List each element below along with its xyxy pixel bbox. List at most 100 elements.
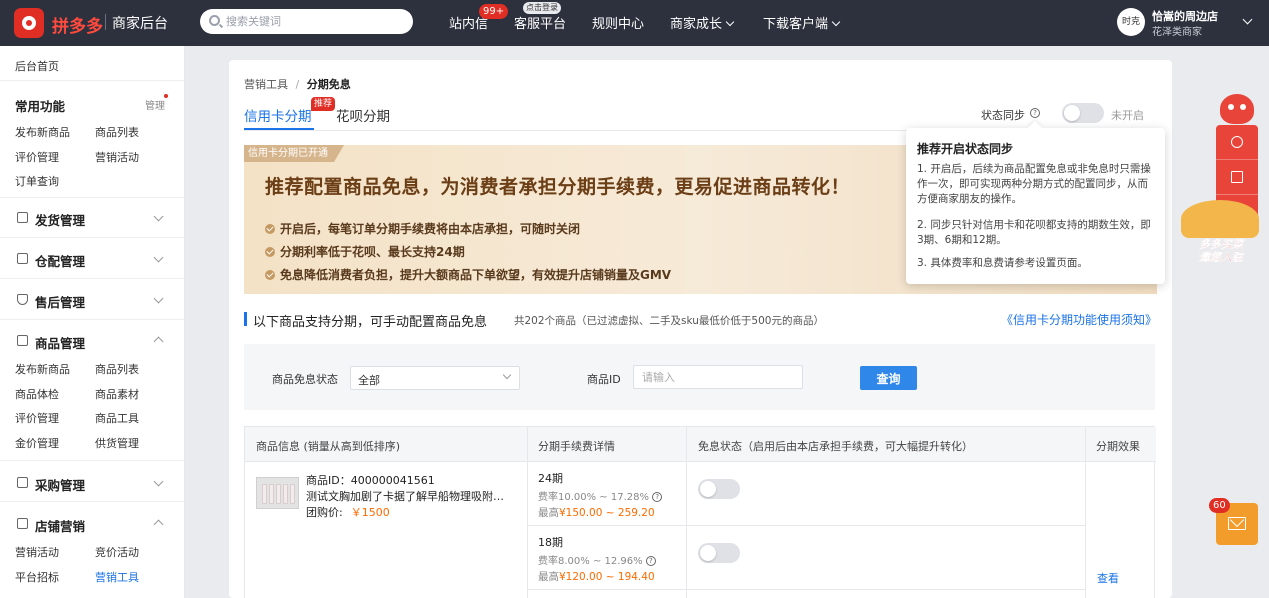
nav-download-client-label: 下载客户端 [763,17,829,32]
banner-point: 开启后，每笔订单分期手续费将由本店承担，可随时关闭 [265,220,580,237]
banner-point-text: 免息降低消费者负担，提升大额商品下单欲望，有效提升店铺销量及GMV [280,268,672,282]
shop-type: 花泽类商家 [1152,27,1202,38]
free-interest-toggle[interactable] [698,543,740,563]
status-sync-state: 未开启 [1111,109,1144,122]
header-free-status: 免息状态（启用后由本店承担手续费，可大幅提升转化） [698,440,973,453]
filter-bar: 商品免息状态 全部 商品ID 查询 [244,344,1155,410]
help-icon[interactable]: ? [645,556,656,566]
sidebar-group-label: 店铺营销 [35,519,86,534]
promo-text: 邀您入驻 [1199,251,1243,264]
click-login-badge[interactable]: 点击登录 [523,2,561,14]
notification-dot [164,94,168,98]
product-id: 商品ID：400000041561 [306,474,435,487]
sidebar-divider [0,237,185,238]
product-thumbnail[interactable] [256,477,299,509]
sidebar-divider [0,501,185,502]
nav-merchant-growth[interactable]: 商家成长 [670,13,735,32]
pinduoduo-logo-icon[interactable] [14,8,44,38]
banner-point: 免息降低消费者负担，提升大额商品下单欲望，有效提升店铺销量及GMV [265,266,671,283]
banner-point: 分期利率低于花呗、最长支持24期 [265,243,465,260]
view-effect-link[interactable]: 查看 [1097,570,1119,586]
query-button[interactable]: 查询 [860,366,917,390]
gift-icon [1181,200,1259,238]
store-icon [17,518,28,529]
sidebar-item-product-list[interactable]: 商品列表 [95,361,139,377]
popover-line: 2. 同步只针对信用卡和花呗都支持的期数生效，即3期、6期和12期。 [917,219,1151,246]
search-box[interactable] [200,9,413,34]
sidebar-item-bidding-activity[interactable]: 竞价活动 [95,544,139,560]
status-sync-toggle[interactable] [1062,103,1104,123]
breadcrumb-parent[interactable]: 营销工具 [244,78,288,91]
chevron-up-icon [153,519,164,530]
sidebar-item-review-manage[interactable]: 评价管理 [15,410,59,426]
usage-notice-link[interactable]: 《信用卡分期功能使用须知》 [1001,311,1157,328]
product-id-label: 商品ID [587,373,621,386]
nav-merchant-growth-label: 商家成长 [670,17,723,32]
sidebar-item-platform-bidding[interactable]: 平台招标 [15,569,59,585]
chat-button[interactable] [1216,125,1258,160]
nav-customer-service[interactable]: 客服平台 [514,13,566,32]
sidebar-item-home[interactable]: 后台首页 [15,58,59,74]
banner-tag: 信用卡分期已开通 [244,145,344,162]
sidebar-item-marketing-activity[interactable]: 营销活动 [95,149,139,165]
user-menu-chevron-icon[interactable] [1242,14,1253,25]
sidebar-item-gold-price[interactable]: 金价管理 [15,435,59,451]
edit-icon [1231,171,1243,183]
sidebar-group-label: 发货管理 [35,213,86,228]
max-fee: 最高¥120.00 ~ 194.40 [538,569,655,584]
message-count-badge: 60 [1209,498,1230,513]
sidebar-item-publish-product[interactable]: 发布新商品 [15,124,70,140]
sidebar: 后台首页 常用功能 管理 发布新商品 商品列表 评价管理 营销活动 订单查询 发… [0,46,185,598]
search-input[interactable] [226,13,406,30]
sidebar-item-publish-product[interactable]: 发布新商品 [15,361,70,377]
help-icon[interactable]: ? [652,492,663,502]
common-manage-link[interactable]: 管理 [145,97,165,112]
banner-title: 推荐配置商品免息，为消费者承担分期手续费，更易促进商品转化！ [265,176,851,198]
chat-icon [1231,136,1243,148]
sidebar-item-review-manage[interactable]: 评价管理 [15,149,59,165]
nav-download-client[interactable]: 下载客户端 [763,13,841,32]
avatar[interactable]: 时克 [1117,8,1145,36]
mail-icon [1228,517,1246,530]
sidebar-item-marketing-activity[interactable]: 营销活动 [15,544,59,560]
sidebar-item-order-query[interactable]: 订单查询 [15,173,59,189]
sidebar-item-product-check[interactable]: 商品体检 [15,386,59,402]
popover-line: 1. 开启后，后续为商品配置免息或非免息时只需操作一次，即可实现两种分期方式的配… [917,163,1151,205]
brand-name[interactable]: 拼多多 [52,12,103,37]
shop-name[interactable]: 恰嵩的周边店 [1152,8,1218,24]
product-icon [17,335,28,346]
banner-point-text: 开启后，每笔订单分期手续费将由本店承担，可随时关闭 [280,222,581,236]
top-bar: 拼多多 商家后台 站内信 99+ 客服平台 点击登录 规则中心 商家成长 下载客… [0,0,1269,46]
free-status-select[interactable]: 全部 [350,366,520,390]
product-name[interactable]: 测试文胸加剧了卡据了解早船物理吸附鸡... [306,488,511,504]
mascot-icon[interactable] [1220,94,1254,124]
common-functions-title: 常用功能 [15,99,66,114]
popover-title: 推荐开启状态同步 [917,142,1014,156]
sidebar-item-product-material[interactable]: 商品素材 [95,386,139,402]
section-accent-bar [244,312,247,326]
chevron-up-icon [153,336,164,347]
column-divider [1085,427,1086,598]
row-divider [527,589,1085,590]
section-note: 共202个商品（已过滤虚拟、二手及sku最低价低于500元的商品） [514,315,824,327]
sidebar-item-product-tools[interactable]: 商品工具 [95,410,139,426]
check-circle-icon [265,270,275,280]
breadcrumb-separator: / [295,78,300,91]
sidebar-item-supply-manage[interactable]: 供货管理 [95,435,139,451]
help-icon[interactable]: ? [1030,108,1040,118]
free-interest-toggle[interactable] [698,479,740,499]
tab-huabei-installment[interactable]: 花呗分期 [336,105,390,125]
sidebar-item-product-list[interactable]: 商品列表 [95,124,139,140]
fee-rate-text: 费率10.00% ~ 17.28% [538,492,649,503]
status-sync-label: 状态同步 [981,109,1025,122]
header-effect: 分期效果 [1096,440,1140,453]
nav-rule-center[interactable]: 规则中心 [592,13,644,32]
chevron-down-icon [153,211,164,222]
section-title: 以下商品支持分期，可手动配置商品免息 [253,315,488,330]
sidebar-item-marketing-tools[interactable]: 营销工具 [95,569,139,585]
purchase-icon [17,477,28,488]
recommend-badge: 推荐 [311,97,336,111]
tab-credit-card-installment[interactable]: 信用卡分期 [244,105,312,125]
product-id-input[interactable] [633,365,803,389]
duoduo-maicai-promo[interactable]: 多多买菜 邀您入驻 [1181,190,1261,265]
